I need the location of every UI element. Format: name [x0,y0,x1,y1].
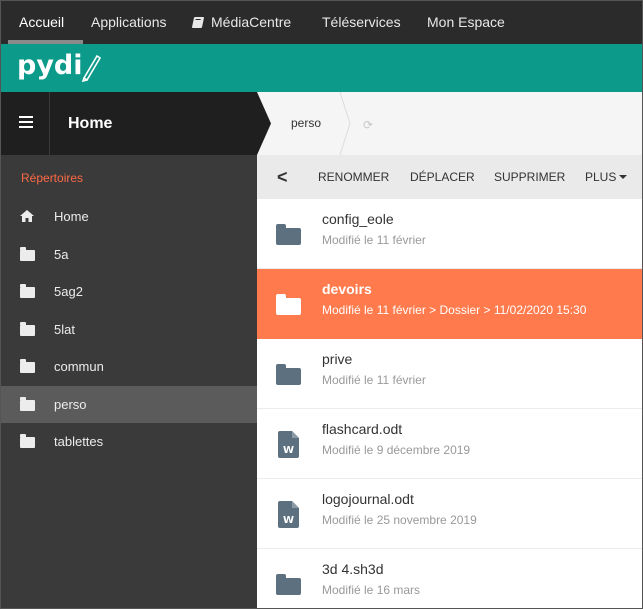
file-list: config_eole Modifié le 11 février devoir… [257,199,642,608]
main-panel: perso ⟳ < RENOMMER DÉPLACER SUPPRIMER PL… [257,92,642,608]
tree-item-label: 5lat [54,321,75,337]
book-icon [191,17,205,28]
app-window: Accueil Applications MédiaCentre Téléser… [0,0,643,609]
tree-item-label: perso [54,396,87,412]
sidebar: Home Répertoires Home 5a 5ag2 5lat commu… [1,92,257,608]
tree-item-commun[interactable]: commun [1,348,257,386]
file-row[interactable]: config_eole Modifié le 11 février [257,199,642,269]
nav-applications[interactable]: Applications [91,1,167,44]
file-meta: Modifié le 11 février > Dossier > 11/02/… [322,303,587,317]
folder-icon [20,321,35,336]
brand-bar: pydi [1,44,642,92]
move-button[interactable]: DÉPLACER [410,155,475,199]
tree-item-label: commun [54,359,104,374]
folder-icon [276,574,301,595]
more-label: PLUS [585,170,617,184]
top-navigation: Accueil Applications MédiaCentre Téléser… [1,1,642,44]
folder-tree: Home 5a 5ag2 5lat commun perso tablettes [1,198,257,461]
tree-item-5lat[interactable]: 5lat [1,311,257,349]
more-button[interactable]: PLUS [585,155,628,199]
document-icon: W [276,501,299,537]
svg-text:W: W [283,445,294,456]
file-meta: Modifié le 16 mars [322,583,421,597]
tree-item-label: Home [54,209,89,224]
sidebar-header: Home [1,92,257,155]
file-meta: Modifié le 25 novembre 2019 [322,513,477,527]
file-row[interactable]: 3d 4.sh3d Modifié le 16 mars [257,549,642,608]
file-name: config_eole [322,211,394,227]
folder-icon [20,284,35,298]
menu-icon[interactable] [19,116,33,128]
file-row[interactable]: W logojournal.odt Modifié le 25 novembre… [257,479,642,549]
file-meta: Modifié le 11 février [322,233,426,247]
folder-icon [276,364,301,385]
tree-item-label: tablettes [54,434,104,449]
file-meta: Modifié le 9 décembre 2019 [322,443,471,457]
folder-icon [20,246,35,261]
section-label: Répertoires [21,171,84,185]
tree-item-label: 5ag2 [54,284,83,299]
folder-icon [20,396,35,411]
folder-icon [276,224,301,245]
nav-mon-espace[interactable]: Mon Espace [427,1,505,44]
file-name: 3d 4.sh3d [322,561,384,577]
tree-item-label: 5a [54,246,69,262]
nav-mediacentre-label: MédiaCentre [211,14,292,30]
action-toolbar: < RENOMMER DÉPLACER SUPPRIMER PLUS [257,155,642,199]
breadcrumb: perso ⟳ [257,92,642,155]
breadcrumb-arrow [257,92,271,155]
svg-text:W: W [283,515,294,526]
pen-icon [81,54,102,82]
rename-button[interactable]: RENOMMER [318,155,389,199]
file-meta: Modifié le 11 février [322,373,426,387]
folder-icon [20,359,35,373]
home-icon [20,210,34,225]
nav-accueil[interactable]: Accueil [19,1,64,44]
file-name: logojournal.odt [322,491,414,507]
folder-icon [276,294,301,315]
breadcrumb-item-perso[interactable]: perso [291,92,321,155]
tree-item-tablettes[interactable]: tablettes [1,423,257,461]
sidebar-title: Home [68,115,113,132]
back-button[interactable]: < [277,155,288,199]
nav-teleservices[interactable]: Téléservices [322,1,401,44]
nav-mediacentre[interactable]: MédiaCentre [191,1,292,44]
file-row[interactable]: devoirs Modifié le 11 février > Dossier … [257,269,642,339]
file-name: flashcard.odt [322,421,403,437]
tree-item-perso[interactable]: perso [1,385,257,423]
file-name: prive [322,351,353,367]
file-name: devoirs [322,281,372,297]
file-row[interactable]: prive Modifié le 11 février [257,339,642,409]
refresh-icon[interactable]: ⟳ [363,118,373,132]
delete-button[interactable]: SUPPRIMER [494,155,565,199]
tree-item-5ag2[interactable]: 5ag2 [1,273,257,311]
divider [49,92,50,155]
tree-item-home[interactable]: Home [1,198,257,236]
chevron-right-icon [339,92,351,155]
file-row[interactable]: W flashcard.odt Modifié le 9 décembre 20… [257,409,642,479]
logo[interactable]: pydi [17,50,83,81]
document-icon: W [276,431,299,467]
caret-down-icon [619,175,628,179]
folder-icon [20,434,35,448]
tree-item-5a[interactable]: 5a [1,236,257,274]
